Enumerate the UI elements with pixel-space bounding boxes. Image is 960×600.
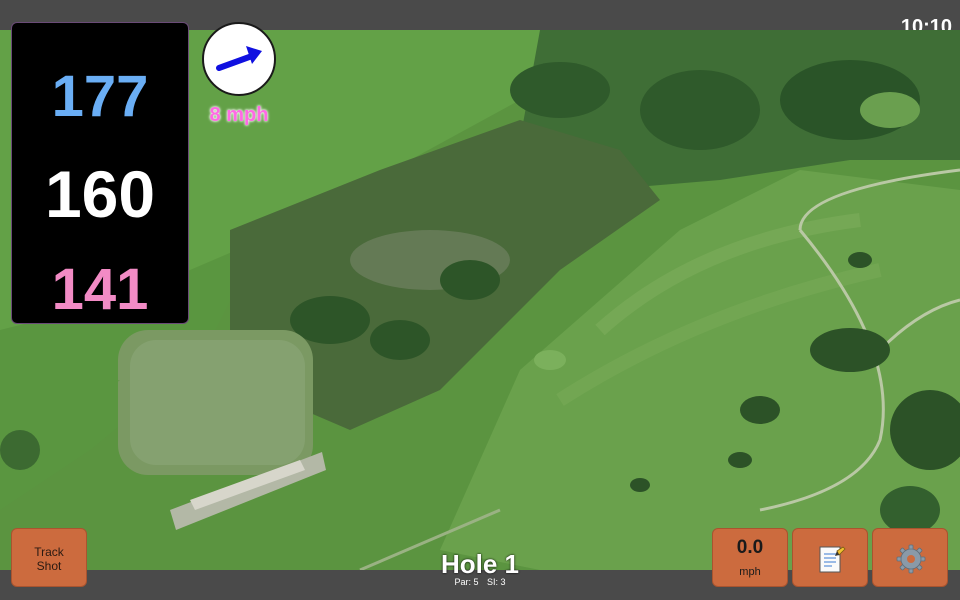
gear-icon: [896, 544, 926, 574]
speed-unit: mph: [739, 566, 761, 578]
track-shot-label-line2: Shot: [36, 559, 62, 573]
notes-button[interactable]: [792, 528, 868, 587]
settings-button[interactable]: [872, 528, 948, 587]
hole-info: Par: 5 SI: 3: [380, 577, 580, 587]
wind-speed: 8 mph: [209, 104, 269, 126]
hole-stroke-index: SI: 3: [487, 577, 506, 587]
speed-value: 0.0: [736, 537, 764, 558]
middle-distance: 160: [44, 157, 156, 231]
track-shot-label-line1: Track: [34, 545, 64, 559]
speed-button[interactable]: 0.0 mph: [712, 528, 788, 587]
front-distance: 141: [51, 257, 149, 322]
hole-title: Hole 1: [440, 549, 520, 579]
wind-arrow-icon: [216, 46, 262, 71]
back-distance: 177: [51, 64, 149, 129]
distance-panel: 177 160 141: [11, 22, 189, 324]
track-shot-button[interactable]: Track Shot: [11, 528, 87, 587]
wind-direction-indicator: [202, 22, 276, 96]
hole-par: Par: 5: [454, 577, 479, 587]
notepad-icon: [819, 546, 846, 573]
